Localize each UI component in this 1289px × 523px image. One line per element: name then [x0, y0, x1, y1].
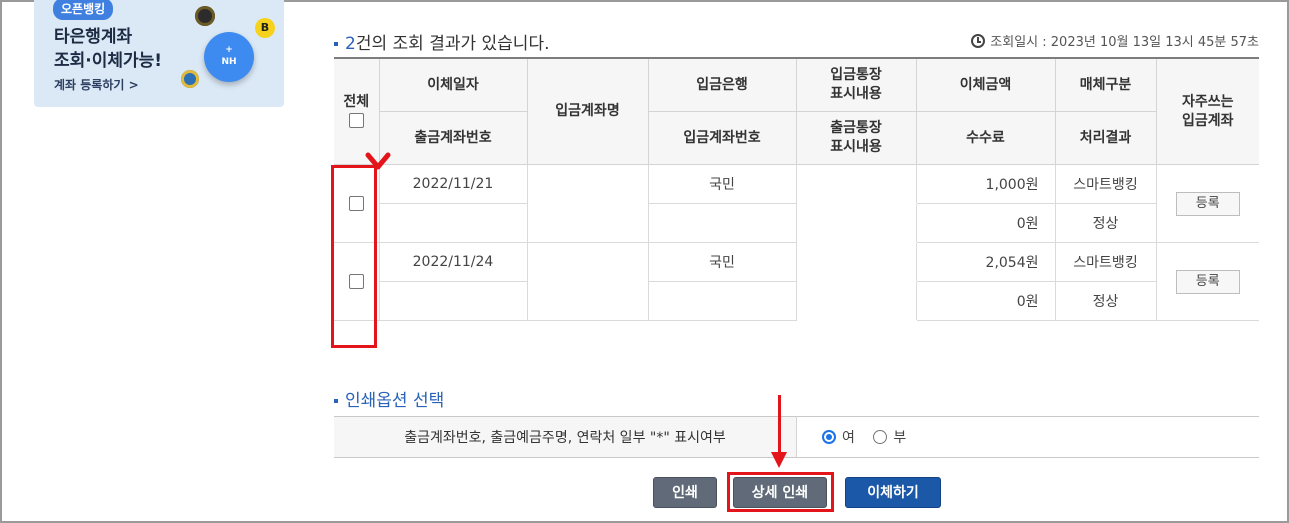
print-option-title: 인쇄옵션 선택 — [334, 386, 444, 411]
clock-icon — [971, 33, 986, 48]
table-row: 2022/11/24 국민 2,054원 스마트뱅킹 등록 — [334, 242, 1259, 321]
transfer-result-table: 전체 이체일자 입금계좌명 입금은행 입금통장 표시내용 이체금액 매체구분 자… — [334, 57, 1259, 321]
medium-cell: 스마트뱅킹 — [1054, 164, 1157, 204]
radio-yes[interactable]: 여 — [822, 427, 855, 447]
radio-no-dot[interactable] — [873, 429, 888, 444]
header-deposit-account: 입금계좌번호 — [647, 111, 797, 165]
radio-no[interactable]: 부 — [873, 427, 906, 447]
deposit-name-cell — [526, 242, 649, 321]
process-result-cell: 정상 — [1054, 203, 1156, 243]
deposit-account-cell — [647, 281, 797, 321]
favorite-cell: 등록 — [1155, 242, 1259, 321]
deposit-bank-cell: 국민 — [647, 242, 797, 282]
table-row: 2022/11/21 국민 1,000원 스마트뱅킹 등록 — [334, 164, 1259, 243]
table-row-sub: 0원 정상 — [334, 203, 1259, 243]
header-medium: 매체구분 — [1054, 57, 1157, 112]
register-favorite-button[interactable]: 등록 — [1175, 191, 1240, 216]
detail-print-highlight-box — [727, 472, 834, 512]
header-process-result: 처리결과 — [1054, 111, 1156, 165]
transfer-date-cell: 2022/11/21 — [378, 164, 528, 204]
result-count: 2 — [345, 34, 356, 54]
transfer-button[interactable]: 이체하기 — [845, 477, 941, 508]
process-result-cell: 정상 — [1054, 281, 1156, 321]
medium-cell: 스마트뱅킹 — [1054, 242, 1157, 282]
bank-coin-icon-2 — [181, 70, 199, 88]
deposit-name-cell — [526, 164, 649, 243]
amount-cell: 2,054원 — [915, 242, 1056, 282]
header-transfer-date: 이체일자 — [378, 57, 528, 112]
fee-cell: 0원 — [915, 281, 1056, 321]
withdraw-memo-cell — [795, 281, 917, 321]
bullet-icon — [334, 42, 338, 46]
withdraw-account-cell — [379, 203, 528, 243]
radio-yes-label: 여 — [842, 429, 855, 446]
check-mark-icon — [365, 152, 391, 170]
inquiry-datetime-text: 조회일시 : 2023년 10월 13일 13시 45분 57초 — [990, 35, 1259, 50]
header-withdraw-memo: 출금통장 표시내용 — [795, 111, 917, 165]
header-amount: 이체금액 — [915, 57, 1056, 112]
result-count-text: 2건의 조회 결과가 있습니다. — [334, 29, 549, 54]
amount-cell: 1,000원 — [915, 164, 1056, 204]
nh-bank-icon: + NH — [204, 32, 254, 82]
select-all-checkbox[interactable] — [348, 113, 364, 128]
print-button[interactable]: 인쇄 — [653, 477, 717, 508]
open-banking-badge: 오픈뱅킹 — [53, 0, 114, 20]
withdraw-account-cell — [379, 281, 528, 321]
deposit-bank-cell: 국민 — [647, 164, 797, 204]
register-account-link[interactable]: 계좌 등록하기 > — [54, 76, 139, 93]
bullet-icon — [334, 399, 338, 403]
deposit-memo-cell — [795, 242, 917, 282]
header-deposit-name: 입금계좌명 — [526, 57, 649, 165]
open-banking-banner[interactable]: 오픈뱅킹 타은행계좌 조회·이체가능! 계좌 등록하기 > B + NH — [34, 0, 284, 107]
annotation-arrow-line — [778, 395, 781, 455]
deposit-account-cell — [647, 203, 797, 243]
annotation-arrow-head — [771, 452, 787, 468]
checkbox-highlight-box — [331, 165, 377, 348]
print-option-table: 출금계좌번호, 출금예금주명, 연락처 일부 "*" 표시여부 여 부 — [334, 416, 1259, 458]
radio-yes-dot[interactable] — [822, 429, 836, 444]
mask-option-values: 여 부 — [796, 416, 1259, 458]
transfer-date-cell: 2022/11/24 — [378, 242, 528, 282]
result-count-suffix: 건의 조회 결과가 있습니다. — [355, 34, 550, 54]
banner-line-1: 타은행계좌 — [54, 27, 133, 47]
kakao-bank-coin-icon: B — [255, 18, 275, 38]
inquiry-datetime: 조회일시 : 2023년 10월 13일 13시 45분 57초 — [971, 31, 1259, 50]
withdraw-memo-cell — [795, 203, 917, 243]
header-deposit-memo: 입금통장 표시내용 — [795, 57, 917, 112]
select-all-label: 전체 — [343, 93, 370, 110]
header-withdraw-account: 출금계좌번호 — [379, 111, 528, 165]
fee-cell: 0원 — [915, 203, 1056, 243]
print-option-title-text: 인쇄옵션 선택 — [345, 391, 445, 411]
bank-coin-icon — [195, 6, 215, 26]
favorite-cell: 등록 — [1155, 164, 1259, 243]
header-fee: 수수료 — [915, 111, 1056, 165]
header-deposit-bank: 입금은행 — [647, 57, 797, 112]
header-favorite: 자주쓰는 입금계좌 — [1155, 57, 1259, 165]
radio-no-label: 부 — [893, 429, 907, 446]
table-row-sub: 0원 정상 — [334, 281, 1259, 321]
register-favorite-button[interactable]: 등록 — [1175, 269, 1240, 294]
banner-line-2: 조회·이체가능! — [54, 51, 163, 71]
deposit-memo-cell — [795, 164, 917, 204]
mask-option-label: 출금계좌번호, 출금예금주명, 연락처 일부 "*" 표시여부 — [334, 416, 797, 458]
